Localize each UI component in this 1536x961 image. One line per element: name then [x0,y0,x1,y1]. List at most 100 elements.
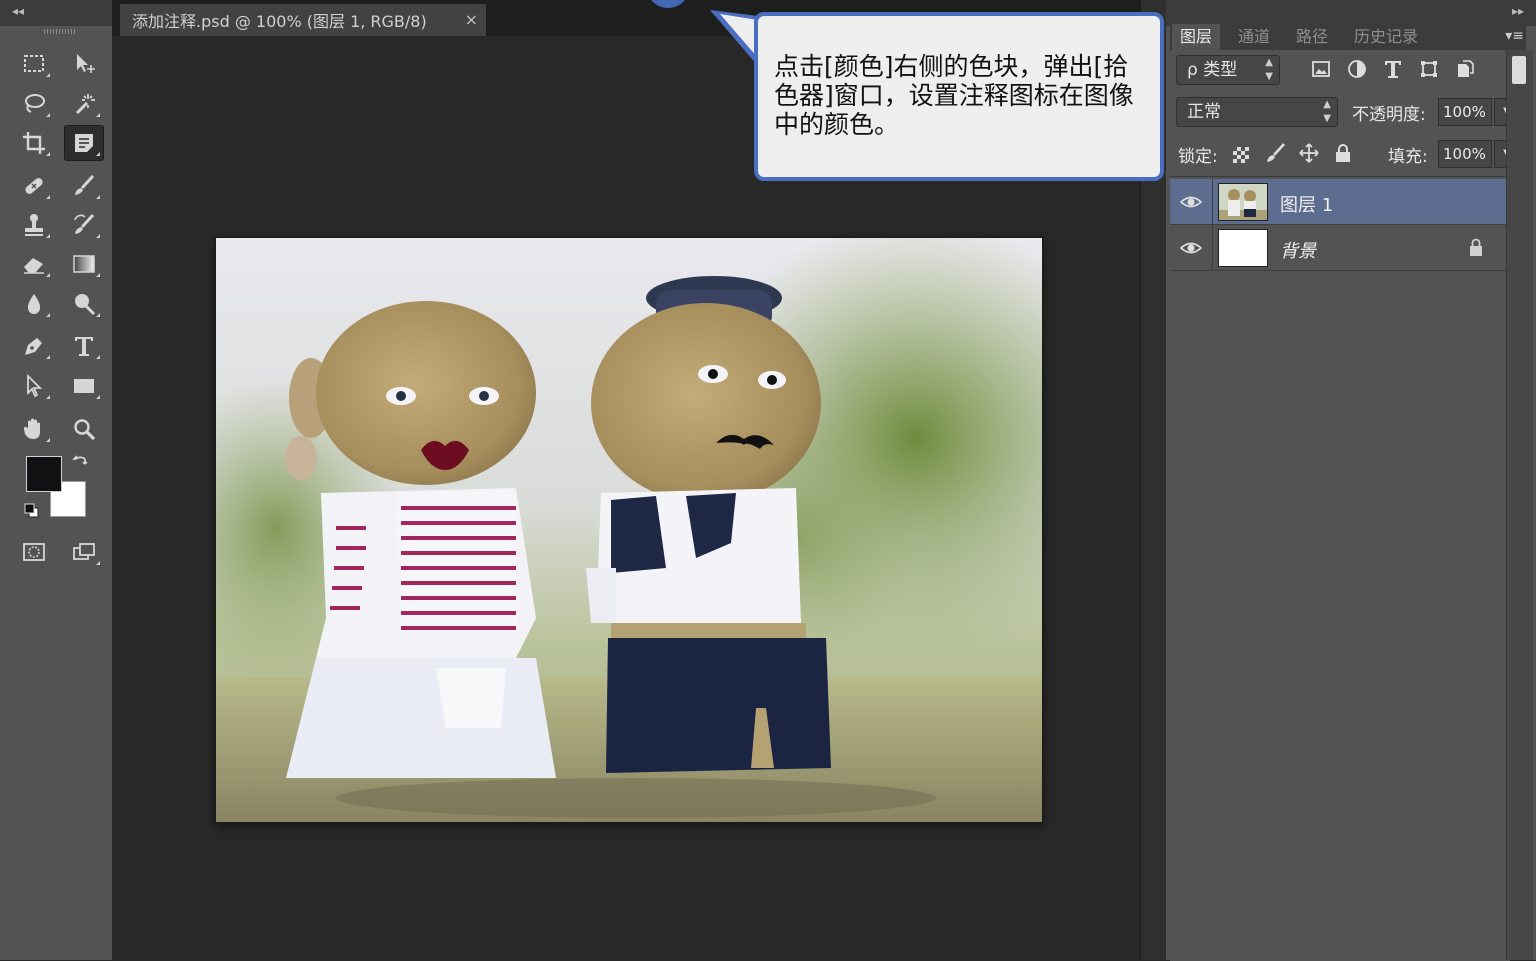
crop-icon [23,132,45,154]
layer-name[interactable]: 图层 1 [1280,191,1333,217]
layer-row-background[interactable]: 背景 [1170,225,1506,271]
rectangular-marquee-tool[interactable] [14,46,54,82]
tool-flyout-indicator [96,113,100,117]
blend-mode-dropdown[interactable]: 正常 ▲ ▼ [1176,97,1338,127]
collapse-tools-button[interactable]: ◂◂ [12,4,24,18]
tool-flyout-indicator [96,395,100,399]
opacity-label: 不透明度: [1352,105,1426,125]
move-icon [77,54,95,73]
blur-icon [27,294,41,314]
opacity-input[interactable]: 100% [1438,98,1492,126]
quick-mask-button[interactable] [14,534,54,570]
layer-thumbnail [1218,229,1268,267]
tool-flyout-indicator [96,195,100,199]
collapse-panel-button[interactable]: ▸▸ [1512,4,1524,18]
zoom-tool[interactable] [64,411,104,447]
hay-bale-figures-photo [216,238,1042,822]
note-tool[interactable] [64,125,104,161]
lasso-tool[interactable] [14,86,54,122]
panel-menu-button[interactable]: ▾≡ [1505,28,1524,44]
panel-scroll-knob[interactable] [1512,56,1526,84]
tool-flyout-indicator [46,273,50,277]
layer-filter-value: ρ 类型 [1187,60,1238,80]
rectangular-marquee-icon [24,55,44,72]
tool-flyout-indicator [96,234,100,238]
eraser-tool[interactable] [14,246,54,282]
clone-stamp-tool[interactable] [14,207,54,243]
close-tab-button[interactable]: × [465,10,478,29]
filter-smart-objects-icon[interactable] [1454,58,1476,80]
tool-flyout-indicator [96,355,100,359]
clone-stamp-icon [25,214,43,236]
callout-text: 点击[颜色]右侧的色块，弹出[拾色器]窗口，设置注释图标在图像中的颜色。 [774,52,1134,139]
default-colors-icon[interactable] [24,503,40,519]
dropdown-arrows-icon: ▲ ▼ [1323,99,1331,124]
lock-position-icon[interactable] [1298,142,1320,164]
gradient-icon [73,255,95,273]
tool-flyout-indicator [96,561,100,565]
note-icon [75,134,93,152]
magic-wand-tool[interactable] [64,86,104,122]
quick-mask-icon [23,543,45,561]
filter-pixel-layers-icon[interactable] [1310,58,1332,80]
gradient-tool[interactable] [64,246,104,282]
hand-icon [23,418,40,439]
tab-channels[interactable]: 通道 [1230,24,1278,50]
type-tool[interactable] [64,328,104,364]
crop-tool[interactable] [14,125,54,161]
layer-thumbnail-image [1219,184,1267,220]
panel-header: ▸▸ [1166,0,1536,26]
healing-brush-tool[interactable] [14,168,54,204]
layer-name[interactable]: 背景 [1280,237,1316,263]
tool-flyout-indicator [46,355,50,359]
annotation-callout: 点击[颜色]右侧的色块，弹出[拾色器]窗口，设置注释图标在图像中的颜色。 [754,12,1164,181]
fill-label: 填充: [1388,147,1428,167]
panel-side-strip [1506,50,1533,960]
tool-flyout-indicator [46,152,50,156]
tool-flyout-indicator [96,273,100,277]
tools-panel: ◂◂ [0,0,112,960]
brush-tool[interactable] [64,168,104,204]
lock-transparent-pixels-icon[interactable] [1230,144,1252,166]
eye-icon[interactable] [1180,238,1202,258]
magic-wand-icon [75,94,95,115]
tab-paths[interactable]: 路径 [1288,24,1336,50]
lock-image-pixels-icon[interactable] [1264,142,1286,164]
screen-mode-button[interactable] [64,534,104,570]
layers-panel: ▸▸ 图层 通道 路径 历史记录 ▾≡ ρ 类型 ▲ ▼ 正常 ▲ ▼ 不透明度: … [1166,0,1536,961]
foreground-color-swatch[interactable] [26,456,62,492]
filter-adjustment-layers-icon[interactable] [1346,58,1368,80]
eye-icon[interactable] [1180,192,1202,212]
tool-flyout-indicator [46,438,50,442]
document-canvas-image[interactable] [216,238,1042,822]
brush-icon [75,174,95,195]
tab-history[interactable]: 历史记录 [1346,24,1426,50]
tool-flyout-indicator [46,234,50,238]
history-brush-tool[interactable] [64,207,104,243]
dodge-tool[interactable] [64,286,104,322]
pen-tool[interactable] [14,328,54,364]
tool-flyout-indicator [96,313,100,317]
filter-shape-layers-icon[interactable] [1418,58,1440,80]
filter-type-layers-icon[interactable] [1382,58,1404,80]
swap-colors-icon[interactable] [72,453,90,471]
fill-input[interactable]: 100% [1438,140,1492,168]
document-tab[interactable]: 添加注释.psd @ 100% (图层 1, RGB/8) × [120,4,486,36]
move-tool[interactable] [64,46,104,82]
layers-list: 图层 1 背景 [1170,176,1510,961]
tools-grip[interactable] [44,29,76,34]
lock-all-icon[interactable] [1332,142,1354,164]
path-selection-tool[interactable] [14,368,54,404]
layer-divider [1212,225,1213,271]
tool-flyout-indicator [46,313,50,317]
lock-label: 锁定: [1178,147,1218,167]
document-tab-title: 添加注释.psd @ 100% (图层 1, RGB/8) [132,12,427,31]
dodge-icon [75,294,96,316]
rectangle-shape-tool[interactable] [64,368,104,404]
layer-thumbnail [1218,183,1268,221]
blur-tool[interactable] [14,286,54,322]
layer-row-layer1[interactable]: 图层 1 [1170,179,1506,225]
layer-filter-dropdown[interactable]: ρ 类型 ▲ ▼ [1176,55,1280,85]
tab-layers[interactable]: 图层 [1172,24,1221,50]
hand-tool[interactable] [14,411,54,447]
